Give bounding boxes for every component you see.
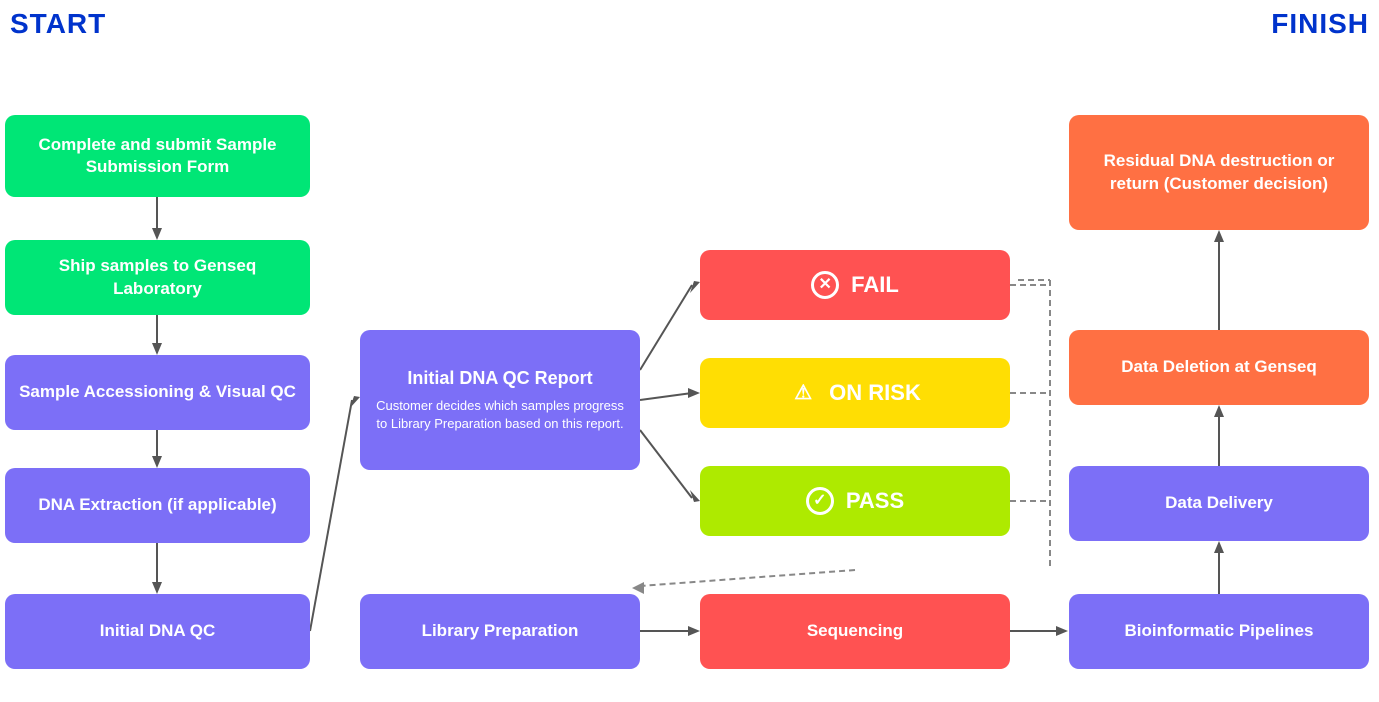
on-risk-icon: ⚠ xyxy=(789,379,817,407)
submit-form-box: Complete and submit Sample Submission Fo… xyxy=(5,115,310,197)
data-deletion-label: Data Deletion at Genseq xyxy=(1121,356,1317,378)
dna-extraction-box: DNA Extraction (if applicable) xyxy=(5,468,310,543)
qc-report-subtitle: Customer decides which samples progress … xyxy=(374,397,626,433)
finish-label: FINISH xyxy=(1271,8,1369,40)
sequencing-box: Sequencing xyxy=(700,594,1010,669)
bioinformatic-box: Bioinformatic Pipelines xyxy=(1069,594,1369,669)
fail-icon: ✕ xyxy=(811,271,839,299)
library-prep-label: Library Preparation xyxy=(422,620,579,642)
pass-label: PASS xyxy=(846,487,904,516)
data-deletion-box: Data Deletion at Genseq xyxy=(1069,330,1369,405)
bioinformatic-label: Bioinformatic Pipelines xyxy=(1125,620,1314,642)
on-risk-label: ON RISK xyxy=(829,379,921,408)
initial-dna-qc-label: Initial DNA QC xyxy=(100,620,216,642)
initial-dna-qc-box: Initial DNA QC xyxy=(5,594,310,669)
sequencing-label: Sequencing xyxy=(807,620,903,642)
qc-report-title: Initial DNA QC Report xyxy=(407,367,592,390)
dna-extraction-label: DNA Extraction (if applicable) xyxy=(38,494,276,516)
accessioning-label: Sample Accessioning & Visual QC xyxy=(19,381,296,403)
library-prep-box: Library Preparation xyxy=(360,594,640,669)
residual-label: Residual DNA destruction or return (Cust… xyxy=(1083,150,1355,194)
pass-box: ✓ PASS xyxy=(700,466,1010,536)
ship-samples-box: Ship samples to Genseq Laboratory xyxy=(5,240,310,315)
on-risk-box: ⚠ ON RISK xyxy=(700,358,1010,428)
submit-form-label: Complete and submit Sample Submission Fo… xyxy=(19,134,296,178)
data-delivery-box: Data Delivery xyxy=(1069,466,1369,541)
ship-samples-label: Ship samples to Genseq Laboratory xyxy=(19,255,296,299)
page: START FINISH xyxy=(0,0,1379,702)
qc-report-box: Initial DNA QC Report Customer decides w… xyxy=(360,330,640,470)
start-label: START xyxy=(10,8,106,40)
pass-icon: ✓ xyxy=(806,487,834,515)
data-delivery-label: Data Delivery xyxy=(1165,492,1273,514)
accessioning-box: Sample Accessioning & Visual QC xyxy=(5,355,310,430)
residual-box: Residual DNA destruction or return (Cust… xyxy=(1069,115,1369,230)
fail-label: FAIL xyxy=(851,271,899,300)
fail-box: ✕ FAIL xyxy=(700,250,1010,320)
